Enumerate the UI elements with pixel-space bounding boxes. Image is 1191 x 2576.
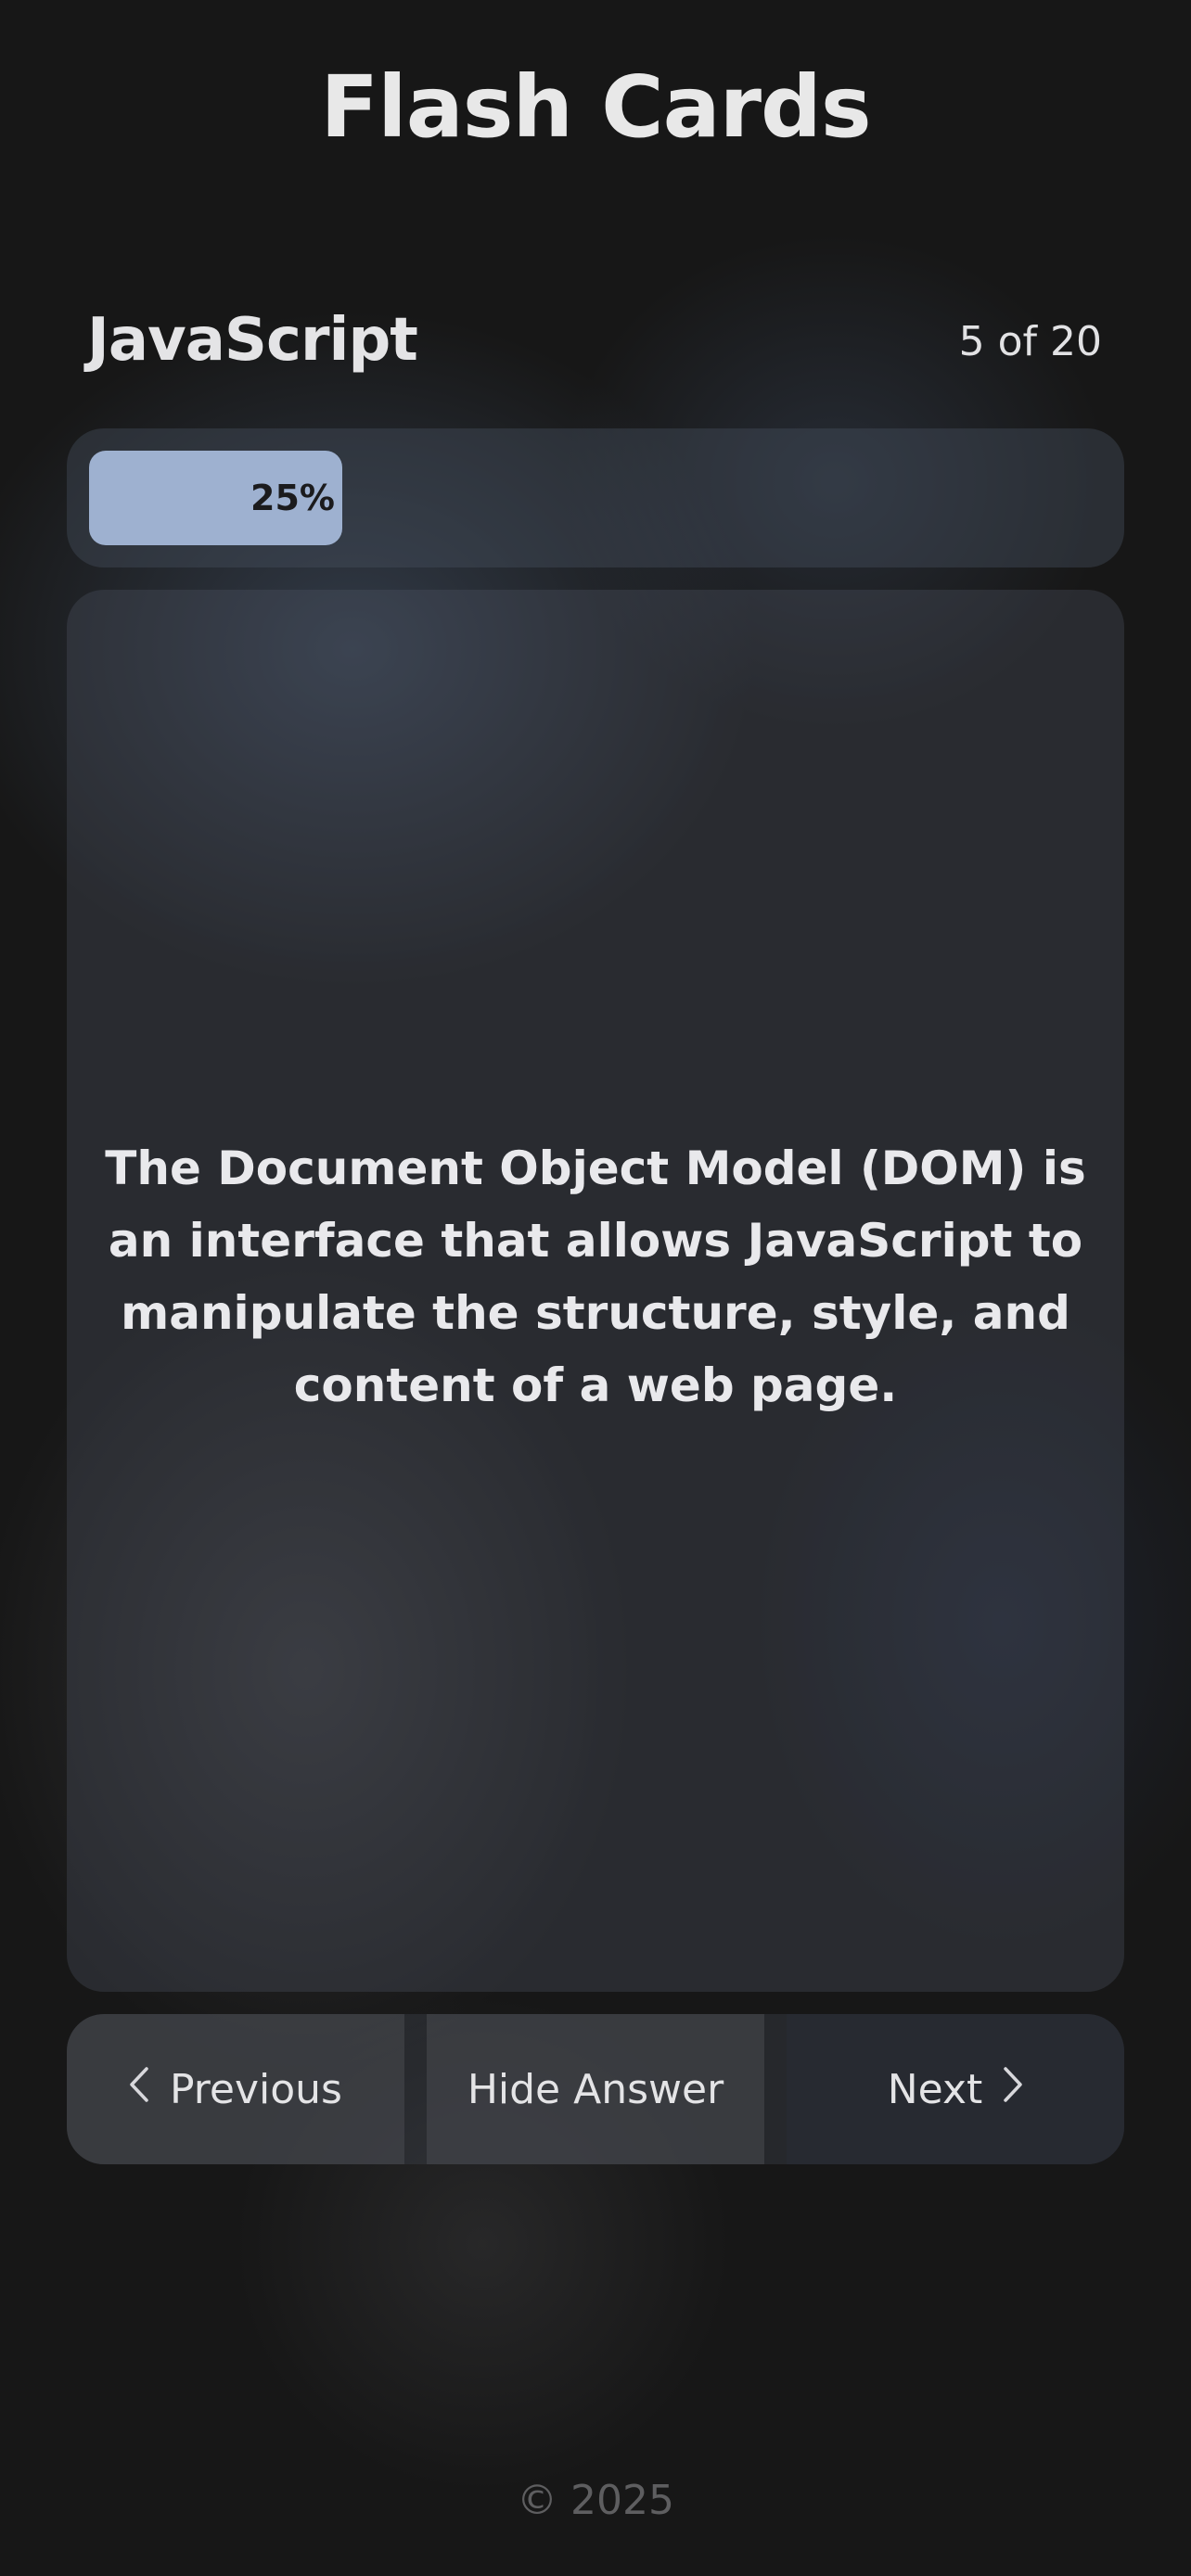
- progress-label: 25%: [250, 478, 335, 518]
- next-label: Next: [887, 2065, 983, 2113]
- footer-copyright: © 2025: [517, 2477, 674, 2524]
- card-answer-text: The Document Object Model (DOM) is an in…: [105, 1141, 1086, 1412]
- previous-label: Previous: [170, 2065, 342, 2113]
- app-title: Flash Cards: [320, 57, 871, 157]
- progress-bar: 25%: [67, 428, 1124, 567]
- previous-button[interactable]: Previous: [67, 2014, 404, 2164]
- hide-answer-label: Hide Answer: [467, 2065, 724, 2113]
- progress-fill: 25%: [89, 451, 342, 545]
- chevron-right-icon: [1003, 2067, 1023, 2111]
- card-counter: 5 of 20: [958, 318, 1102, 365]
- next-button[interactable]: Next: [787, 2014, 1124, 2164]
- deck-name: JavaScript: [87, 306, 418, 375]
- chevron-left-icon: [129, 2067, 149, 2111]
- hide-answer-button[interactable]: Hide Answer: [427, 2014, 764, 2164]
- card-controls: Previous Hide Answer Next: [67, 2014, 1124, 2164]
- flash-card[interactable]: The Document Object Model (DOM) is an in…: [67, 590, 1124, 1992]
